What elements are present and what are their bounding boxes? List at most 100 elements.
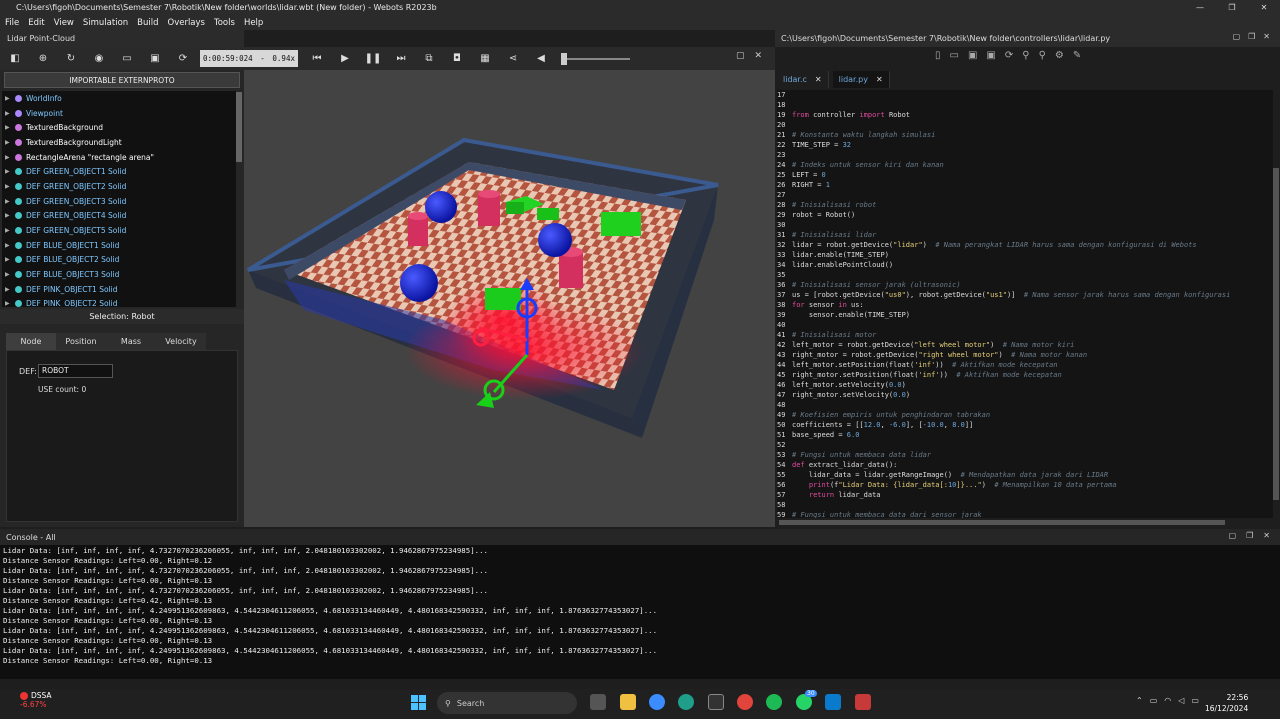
- expand-arrow-icon[interactable]: ▶: [5, 183, 15, 190]
- display-icon[interactable]: ▭: [1150, 696, 1158, 705]
- scene-tree-scrollbar[interactable]: [236, 92, 242, 162]
- revert-icon[interactable]: ⟳: [1005, 50, 1013, 61]
- screenshot-icon[interactable]: ◘: [446, 49, 468, 69]
- scene-tree-item[interactable]: ▶ DEF GREEN_OBJECT1 Solid: [2, 164, 236, 179]
- scene-tree-item[interactable]: ▶ WorldInfo: [2, 91, 236, 106]
- code-line[interactable]: 49 # Koefisien empiris untuk penghindaran…: [777, 410, 1273, 420]
- task-view-icon[interactable]: [590, 694, 606, 710]
- volume-slider[interactable]: [561, 52, 630, 65]
- stock-widget[interactable]: DSSA -6.67%: [20, 691, 52, 709]
- code-line[interactable]: 58: [777, 500, 1273, 510]
- importable-externproto-button[interactable]: IMPORTABLE EXTERNPROTO: [4, 72, 240, 88]
- code-line[interactable]: 43 right_motor = robot.getDevice("right w…: [777, 350, 1273, 360]
- code-line[interactable]: 38 for sensor in us:: [777, 300, 1273, 310]
- expand-arrow-icon[interactable]: ▶: [5, 300, 15, 307]
- 3d-scene[interactable]: [244, 70, 775, 527]
- code-line[interactable]: 57 return lidar_data: [777, 490, 1273, 500]
- reload-view-icon[interactable]: ↻: [60, 49, 82, 69]
- save-as-icon[interactable]: ▣: [986, 50, 995, 61]
- code-line[interactable]: 21 # Konstanta waktu langkah simulasi: [777, 130, 1273, 140]
- expand-arrow-icon[interactable]: ▶: [5, 95, 15, 102]
- editor-undock-icon[interactable]: ▢: [1233, 32, 1241, 41]
- reload-world-icon[interactable]: ⟳: [172, 49, 194, 69]
- tab-velocity[interactable]: Velocity: [156, 333, 206, 350]
- windows-start-icon[interactable]: [411, 695, 426, 710]
- expand-arrow-icon[interactable]: ▶: [5, 139, 15, 146]
- code-line[interactable]: 39 sensor.enable(TIME_STEP): [777, 310, 1273, 320]
- 3d-viewport[interactable]: [244, 70, 775, 527]
- scene-tree-item[interactable]: ▶ DEF GREEN_OBJECT4 Solid: [2, 209, 236, 224]
- menu-build[interactable]: Build: [137, 18, 158, 28]
- expand-arrow-icon[interactable]: ▶: [5, 212, 15, 219]
- scene-tree-item[interactable]: ▶ TexturedBackgroundLight: [2, 135, 236, 150]
- code-line[interactable]: 52: [777, 440, 1273, 450]
- code-line[interactable]: 29 robot = Robot(): [777, 210, 1273, 220]
- toggle-scene-tree-icon[interactable]: ◧: [4, 49, 26, 69]
- spotify-icon[interactable]: [766, 694, 782, 710]
- vscode-icon[interactable]: [825, 694, 841, 710]
- expand-arrow-icon[interactable]: ▶: [5, 242, 15, 249]
- code-line[interactable]: 24 # Indeks untuk sensor kiri dan kanan: [777, 160, 1273, 170]
- code-line[interactable]: 45 right_motor.setPosition(float('inf')) …: [777, 370, 1273, 380]
- code-line[interactable]: 56 print(f"Lidar Data: {lidar_data[:10]}…: [777, 480, 1273, 490]
- menu-view[interactable]: View: [54, 18, 74, 28]
- file-explorer-icon[interactable]: [620, 694, 636, 710]
- menu-overlays[interactable]: Overlays: [168, 18, 205, 28]
- scene-tree-item[interactable]: ▶ DEF GREEN_OBJECT5 Solid: [2, 223, 236, 238]
- minimize-button[interactable]: —: [1184, 0, 1216, 15]
- taskbar-search[interactable]: ⚲ Search: [437, 692, 577, 714]
- close-button[interactable]: ✕: [1248, 0, 1280, 15]
- maximize-button[interactable]: ❐: [1216, 0, 1248, 15]
- code-line[interactable]: 51 base_speed = 6.0: [777, 430, 1273, 440]
- code-line[interactable]: 28 # Inisialisasi robot: [777, 200, 1273, 210]
- eye-icon[interactable]: ◉: [88, 49, 110, 69]
- store-icon[interactable]: [708, 694, 724, 710]
- reset-simulation-icon[interactable]: ⏮: [306, 49, 328, 69]
- scene-tree-item[interactable]: ▶ DEF BLUE_OBJECT1 Solid: [2, 238, 236, 253]
- volume-icon[interactable]: ◀: [530, 49, 552, 69]
- scene-tree-item[interactable]: ▶ DEF BLUE_OBJECT3 Solid: [2, 267, 236, 282]
- close-tab-icon[interactable]: ✕: [815, 75, 822, 84]
- code-line[interactable]: 48: [777, 400, 1273, 410]
- code-line[interactable]: 59 # Fungsi untuk membaca data dari senso…: [777, 510, 1273, 518]
- code-line[interactable]: 22 TIME_STEP = 32: [777, 140, 1273, 150]
- tab-mass[interactable]: Mass: [106, 333, 156, 350]
- menu-help[interactable]: Help: [244, 18, 263, 28]
- menu-tools[interactable]: Tools: [214, 18, 235, 28]
- expand-arrow-icon[interactable]: ▶: [5, 198, 15, 205]
- code-line[interactable]: 33 lidar.enable(TIME_STEP): [777, 250, 1273, 260]
- scene-tree-item[interactable]: ▶ DEF PINK_OBJECT2 Solid: [2, 297, 236, 307]
- scene-tree-item[interactable]: ▶ DEF GREEN_OBJECT2 Solid: [2, 179, 236, 194]
- expand-arrow-icon[interactable]: ▶: [5, 154, 15, 161]
- console-close-icon[interactable]: ✕: [1263, 531, 1270, 540]
- expand-arrow-icon[interactable]: ▶: [5, 227, 15, 234]
- code-line[interactable]: 25 LEFT = 0: [777, 170, 1273, 180]
- code-line[interactable]: 42 left_motor = robot.getDevice("left whe…: [777, 340, 1273, 350]
- code-line[interactable]: 53 # Fungsi untuk membaca data lidar: [777, 450, 1273, 460]
- expand-arrow-icon[interactable]: ▶: [5, 168, 15, 175]
- save-disabled-icon[interactable]: ▣: [968, 50, 977, 61]
- wifi-icon[interactable]: ◠: [1164, 696, 1171, 705]
- scene-tree-item[interactable]: ▶ RectangleArena "rectangle arena": [2, 150, 236, 165]
- battery-icon[interactable]: ▭: [1191, 696, 1199, 705]
- menu-simulation[interactable]: Simulation: [83, 18, 128, 28]
- fast-forward-icon[interactable]: ⏭: [390, 49, 412, 69]
- console-undock-icon[interactable]: ▢: [1229, 531, 1237, 540]
- new-file-icon[interactable]: ▯: [935, 50, 941, 61]
- replace-icon[interactable]: ⚲: [1039, 50, 1046, 61]
- taskbar-clock[interactable]: 22:56 16/12/2024: [1205, 692, 1248, 714]
- menu-edit[interactable]: Edit: [28, 18, 44, 28]
- menu-file[interactable]: File: [5, 18, 19, 28]
- editor-float-icon[interactable]: ❐: [1248, 32, 1255, 41]
- code-line[interactable]: 40: [777, 320, 1273, 330]
- code-line[interactable]: 26 RIGHT = 1: [777, 180, 1273, 190]
- code-line[interactable]: 18: [777, 100, 1273, 110]
- step-icon[interactable]: ⧉: [418, 49, 440, 69]
- scene-tree-item[interactable]: ▶ DEF PINK_OBJECT1 Solid: [2, 282, 236, 297]
- code-line[interactable]: 20: [777, 120, 1273, 130]
- code-line[interactable]: 32 lidar = robot.getDevice("lidar") # Nam…: [777, 240, 1273, 250]
- code-line[interactable]: 30: [777, 220, 1273, 230]
- code-line[interactable]: 31 # Inisialisasi lidar: [777, 230, 1273, 240]
- close-view-icon[interactable]: ✕: [755, 51, 763, 61]
- scene-tree-item[interactable]: ▶ DEF GREEN_OBJECT3 Solid: [2, 194, 236, 209]
